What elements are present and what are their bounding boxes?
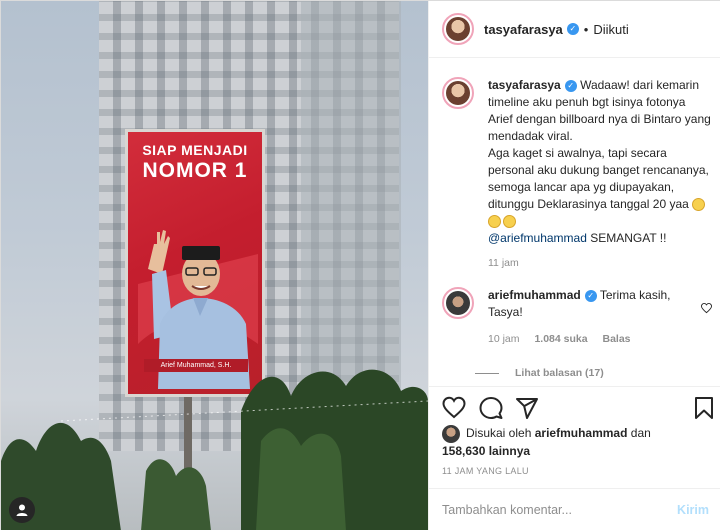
caption-username[interactable]: tasyafarasya <box>488 78 561 92</box>
comment-time: 10 jam <box>488 333 520 345</box>
caption-time: 11 jam <box>488 257 519 269</box>
save-bookmark-icon[interactable] <box>692 396 716 420</box>
comment-input[interactable] <box>442 503 678 517</box>
replies-divider <box>475 372 499 374</box>
action-bar <box>429 386 720 426</box>
commenter-avatar[interactable] <box>442 287 474 319</box>
commenter-username[interactable]: ariefmuhammad <box>488 288 581 302</box>
header-separator: • <box>583 21 589 37</box>
caption-avatar[interactable] <box>442 77 474 109</box>
like-heart-icon[interactable] <box>442 396 466 420</box>
billboard-line1: SIAP MENJADI <box>142 142 248 158</box>
tagged-user-icon[interactable] <box>9 497 35 523</box>
view-replies-label: Lihat balasan (17) <box>515 367 604 379</box>
billboard-line2: NOMOR 1 <box>142 159 248 182</box>
smile-emoji-icon <box>503 215 516 229</box>
verified-icon: ✓ <box>566 23 579 35</box>
post-comment-button[interactable]: Kirim <box>677 503 709 517</box>
liker-avatar[interactable] <box>442 425 460 443</box>
likes-prefix: Disukai oleh <box>466 426 532 441</box>
comment-like-heart-icon[interactable] <box>700 302 713 317</box>
post-photo[interactable]: SIAP MENJADI NOMOR 1 Arief Muhammad, S.H… <box>1 1 428 530</box>
likes-summary: Disukai oleh ariefmuhammad dan 158,630 l… <box>442 425 651 460</box>
author-username[interactable]: tasyafarasya <box>484 22 563 37</box>
post-header: tasyafarasya ✓ • Diikuti <box>429 1 720 58</box>
liker-username[interactable]: ariefmuhammad <box>535 426 628 440</box>
reply-button[interactable]: Balas <box>603 333 631 345</box>
smile-emoji-icon <box>488 215 501 229</box>
author-avatar[interactable] <box>442 13 474 45</box>
billboard-title: SIAP MENJADI NOMOR 1 <box>128 142 262 182</box>
view-replies-button[interactable]: Lihat balasan (17) <box>475 367 604 379</box>
share-send-icon[interactable] <box>515 396 539 420</box>
comments-section: tasyafarasya ✓ Wadaaw! dari kemarin timel… <box>429 59 720 386</box>
verified-icon: ✓ <box>584 289 597 302</box>
verified-icon: ✓ <box>564 79 577 92</box>
add-comment-bar: Kirim <box>429 488 720 530</box>
caption: tasyafarasya ✓ Wadaaw! dari kemarin timel… <box>442 77 712 269</box>
likes-others-count[interactable]: 158,630 lainnya <box>442 444 530 458</box>
follow-status-button[interactable]: Diikuti <box>593 22 628 37</box>
smile-emoji-icon <box>692 198 706 212</box>
likes-and: dan <box>630 426 651 441</box>
post-timestamp[interactable]: 11 JAM YANG LALU <box>442 466 529 476</box>
caption-text-2: Aga kaget si awalnya, tapi secara person… <box>488 146 709 211</box>
comment-bubble-icon[interactable] <box>479 396 503 420</box>
trees <box>1 369 428 530</box>
comment-likes[interactable]: 1.084 suka <box>534 333 587 345</box>
post-sidebar: tasyafarasya ✓ • Diikuti tasyafarasya ✓ W… <box>428 1 720 530</box>
mention-link[interactable]: @ariefmuhammad <box>488 231 587 245</box>
instagram-post: SIAP MENJADI NOMOR 1 Arief Muhammad, S.H… <box>0 0 720 530</box>
comment-item: ariefmuhammad ✓ Terima kasih, Tasya! 10 j… <box>442 287 713 345</box>
caption-text-3: SEMANGAT !! <box>586 231 667 245</box>
